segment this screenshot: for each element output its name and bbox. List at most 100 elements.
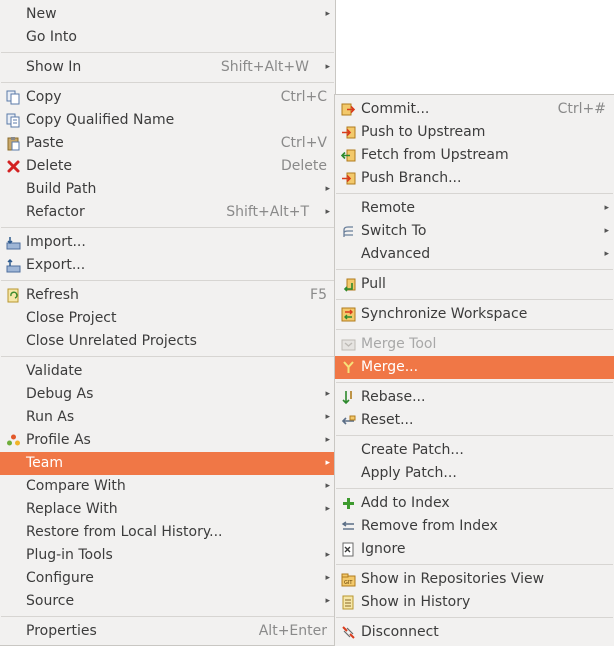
menu-item-copy-qualified-name[interactable]: Copy Qualified Name bbox=[0, 109, 335, 132]
menu-item-profile-as[interactable]: Profile As ▸ bbox=[0, 429, 335, 452]
menu-item-copy[interactable]: Copy Ctrl+C bbox=[0, 86, 335, 109]
menu-item-build-path[interactable]: Build Path ▸ bbox=[0, 178, 335, 201]
menu-item-merge[interactable]: Merge... bbox=[335, 356, 614, 379]
delete-icon bbox=[6, 159, 21, 174]
commit-icon bbox=[341, 102, 356, 117]
menu-item-shortcut: Delete bbox=[281, 158, 327, 174]
ignore-icon bbox=[341, 542, 356, 557]
menu-item-source[interactable]: Source ▸ bbox=[0, 590, 335, 613]
menu-item-label: Merge Tool bbox=[361, 336, 437, 352]
menu-item-label: Debug As bbox=[26, 386, 94, 402]
menu-item-disconnect[interactable]: Disconnect bbox=[335, 621, 614, 644]
menu-item-show-in[interactable]: Show In Shift+Alt+W ▸ bbox=[0, 56, 335, 79]
menu-item-apply-patch[interactable]: Apply Patch... bbox=[335, 462, 614, 485]
menu-item-configure[interactable]: Configure ▸ bbox=[0, 567, 335, 590]
menu-item-properties[interactable]: Properties Alt+Enter bbox=[0, 620, 335, 643]
menu-item-shortcut: F5 bbox=[310, 287, 327, 303]
menu-item-switch-to[interactable]: Switch To ▸ bbox=[335, 220, 614, 243]
menu-item-label: Synchronize Workspace bbox=[361, 306, 528, 322]
menu-item-shortcut: Shift+Alt+T bbox=[226, 204, 309, 220]
submenu-arrow-icon: ▸ bbox=[325, 184, 330, 194]
menu-item-validate[interactable]: Validate bbox=[0, 360, 335, 383]
menu-item-push-branch[interactable]: Push Branch... bbox=[335, 167, 614, 190]
menu-item-close-project[interactable]: Close Project bbox=[0, 307, 335, 330]
menu-item-label: Team bbox=[26, 455, 64, 471]
menu-item-export[interactable]: Export... bbox=[0, 254, 335, 277]
menu-separator bbox=[336, 269, 613, 270]
menu-separator bbox=[1, 227, 334, 228]
svg-text:GIT: GIT bbox=[344, 580, 353, 586]
remove-from-index-icon bbox=[341, 519, 356, 534]
submenu-arrow-icon: ▸ bbox=[604, 249, 609, 259]
submenu-arrow-icon: ▸ bbox=[325, 389, 330, 399]
refresh-icon bbox=[6, 288, 21, 303]
menu-item-import[interactable]: Import... bbox=[0, 231, 335, 254]
fetch-icon bbox=[341, 148, 356, 163]
menu-item-label: Pull bbox=[361, 276, 386, 292]
menu-item-label: Refresh bbox=[26, 287, 79, 303]
team-submenu: Commit... Ctrl+# Push to Upstream Fetch … bbox=[334, 94, 614, 646]
menu-item-run-as[interactable]: Run As ▸ bbox=[0, 406, 335, 429]
menu-item-add-to-index[interactable]: Add to Index bbox=[335, 492, 614, 515]
menu-item-paste[interactable]: Paste Ctrl+V bbox=[0, 132, 335, 155]
menu-item-ignore[interactable]: Ignore bbox=[335, 538, 614, 561]
submenu-arrow-icon: ▸ bbox=[604, 203, 609, 213]
menu-item-replace-with[interactable]: Replace With ▸ bbox=[0, 498, 335, 521]
menu-item-label: Delete bbox=[26, 158, 72, 174]
switch-branch-icon bbox=[341, 224, 356, 239]
menu-item-label: Merge... bbox=[361, 359, 419, 375]
menu-item-label: Restore from Local History... bbox=[26, 524, 223, 540]
menu-item-push-to-upstream[interactable]: Push to Upstream bbox=[335, 121, 614, 144]
menu-item-pull[interactable]: Pull bbox=[335, 273, 614, 296]
submenu-arrow-icon: ▸ bbox=[325, 458, 330, 468]
menu-item-show-in-history[interactable]: Show in History bbox=[335, 591, 614, 614]
menu-item-label: Push Branch... bbox=[361, 170, 462, 186]
submenu-arrow-icon: ▸ bbox=[325, 9, 330, 19]
menu-item-commit[interactable]: Commit... Ctrl+# bbox=[335, 98, 614, 121]
menu-item-close-unrelated-projects[interactable]: Close Unrelated Projects bbox=[0, 330, 335, 353]
menu-item-new[interactable]: New ▸ bbox=[0, 3, 335, 26]
menu-item-label: Remove from Index bbox=[361, 518, 498, 534]
menu-item-label: Add to Index bbox=[361, 495, 450, 511]
submenu-arrow-icon: ▸ bbox=[325, 412, 330, 422]
menu-item-label: Properties bbox=[26, 623, 97, 639]
menu-item-advanced[interactable]: Advanced ▸ bbox=[335, 243, 614, 266]
menu-item-label: Close Unrelated Projects bbox=[26, 333, 197, 349]
menu-item-label: Advanced bbox=[361, 246, 431, 262]
menu-item-team[interactable]: Team ▸ bbox=[0, 452, 335, 475]
menu-item-label: Remote bbox=[361, 200, 416, 216]
menu-item-refresh[interactable]: Refresh F5 bbox=[0, 284, 335, 307]
menu-item-label: Compare With bbox=[26, 478, 126, 494]
menu-item-label: Export... bbox=[26, 257, 86, 273]
menu-item-rebase[interactable]: Rebase... bbox=[335, 386, 614, 409]
export-icon bbox=[6, 258, 21, 273]
menu-item-shortcut: Ctrl+C bbox=[280, 89, 327, 105]
copy-qualified-name-icon bbox=[6, 113, 21, 128]
menu-item-remote[interactable]: Remote ▸ bbox=[335, 197, 614, 220]
menu-item-remove-from-index[interactable]: Remove from Index bbox=[335, 515, 614, 538]
menu-item-reset[interactable]: Reset... bbox=[335, 409, 614, 432]
push-icon bbox=[341, 125, 356, 140]
menu-item-restore-from-local-history[interactable]: Restore from Local History... bbox=[0, 521, 335, 544]
menu-item-label: Apply Patch... bbox=[361, 465, 457, 481]
menu-item-delete[interactable]: Delete Delete bbox=[0, 155, 335, 178]
menu-item-synchronize-workspace[interactable]: Synchronize Workspace bbox=[335, 303, 614, 326]
menu-item-shortcut: Alt+Enter bbox=[258, 623, 327, 639]
menu-item-label: Switch To bbox=[361, 223, 427, 239]
menu-item-fetch-from-upstream[interactable]: Fetch from Upstream bbox=[335, 144, 614, 167]
menu-item-label: Source bbox=[26, 593, 75, 609]
menu-item-merge-tool: Merge Tool bbox=[335, 333, 614, 356]
menu-item-compare-with[interactable]: Compare With ▸ bbox=[0, 475, 335, 498]
menu-item-plug-in-tools[interactable]: Plug-in Tools ▸ bbox=[0, 544, 335, 567]
menu-item-debug-as[interactable]: Debug As ▸ bbox=[0, 383, 335, 406]
menu-item-label: Create Patch... bbox=[361, 442, 464, 458]
menu-item-refactor[interactable]: Refactor Shift+Alt+T ▸ bbox=[0, 201, 335, 224]
copy-icon bbox=[6, 90, 21, 105]
add-to-index-icon bbox=[341, 496, 356, 511]
context-menu: New ▸ Go Into Show In Shift+Alt+W ▸ Copy… bbox=[0, 0, 336, 646]
menu-item-show-in-repositories-view[interactable]: GIT Show in Repositories View bbox=[335, 568, 614, 591]
menu-item-create-patch[interactable]: Create Patch... bbox=[335, 439, 614, 462]
menu-separator bbox=[336, 564, 613, 565]
menu-item-go-into[interactable]: Go Into bbox=[0, 26, 335, 49]
reset-icon bbox=[341, 413, 356, 428]
